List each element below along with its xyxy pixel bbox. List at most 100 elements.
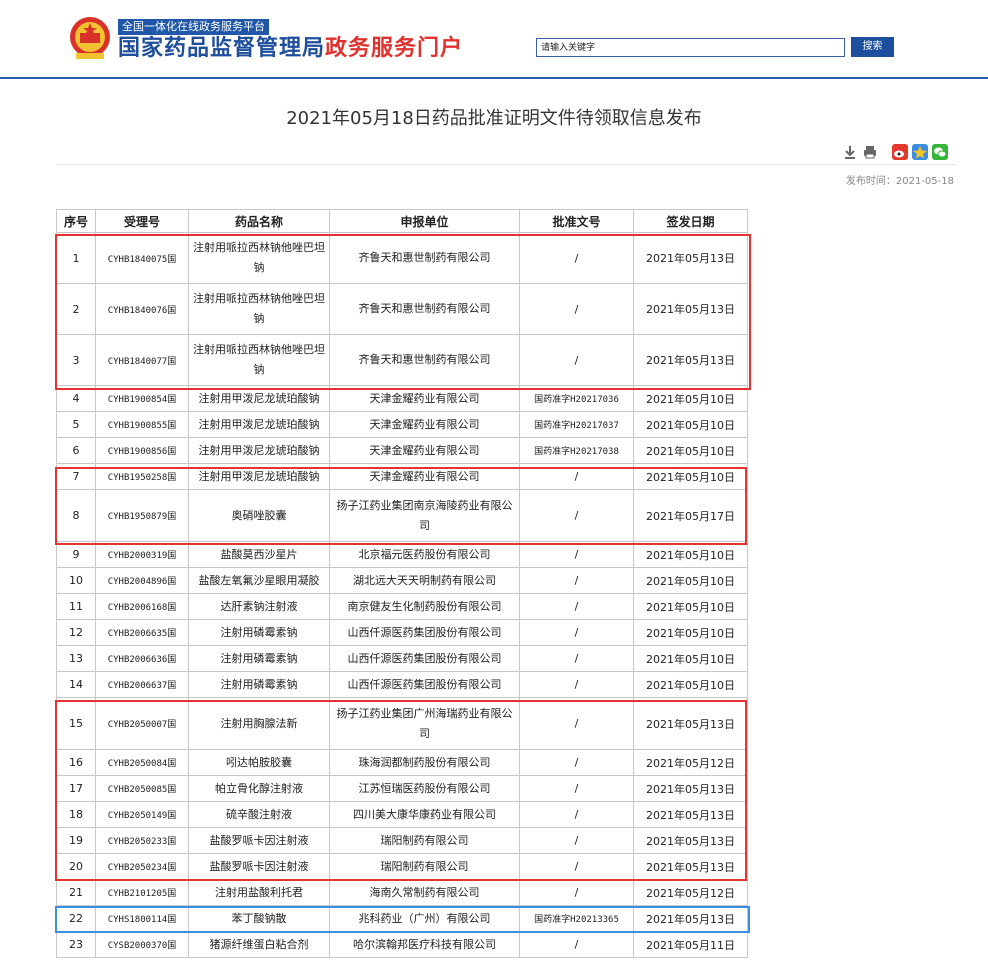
cell-no: 17 xyxy=(56,775,96,802)
cell-drug: 注射用磷霉素钠 xyxy=(188,619,330,646)
cell-no: 9 xyxy=(56,541,96,568)
table-row: 6 CYHB1900856国 注射用甲泼尼龙琥珀酸钠 天津金耀药业有限公司 国药准字H2… xyxy=(56,437,748,464)
cell-drug: 注射用甲泼尼龙琥珀酸钠 xyxy=(188,385,330,412)
cell-date: 2021年05月13日 xyxy=(633,905,748,932)
portal-title-accent: 政务服务门户 xyxy=(325,36,464,61)
cell-company: 海南久常制药有限公司 xyxy=(329,879,520,906)
cell-approval: / xyxy=(519,232,634,284)
search-button[interactable]: 搜索 xyxy=(851,37,894,57)
portal-title[interactable]: 国家药品监督管理局政务服务门户 xyxy=(118,36,463,62)
cell-no: 8 xyxy=(56,489,96,542)
cell-drug: 猪源纤维蛋白粘合剂 xyxy=(188,931,330,958)
cell-company: 珠海润都制药股份有限公司 xyxy=(329,749,520,776)
cell-company: 山西仟源医药集团股份有限公司 xyxy=(329,671,520,698)
table-row: 1 CYHB1840075国 注射用哌拉西林钠他唑巴坦钠 齐鲁天和惠世制药有限公司/2… xyxy=(56,232,748,284)
table-row: 10 CYHB2004896国 盐酸左氧氟沙星眼用凝胶 湖北远大天天明制药有限公司/2… xyxy=(56,567,748,594)
print-icon[interactable] xyxy=(862,144,878,160)
cell-code: CYHB1900856国 xyxy=(95,437,189,464)
cell-approval: / xyxy=(519,775,634,802)
cell-date: 2021年05月13日 xyxy=(633,801,748,828)
header-date: 签发日期 xyxy=(633,209,748,233)
cell-date: 2021年05月10日 xyxy=(633,645,748,672)
download-icon[interactable] xyxy=(842,144,858,160)
cell-date: 2021年05月13日 xyxy=(633,775,748,802)
title-divider xyxy=(56,164,956,165)
cell-drug: 盐酸莫西沙星片 xyxy=(188,541,330,568)
article-toolbar xyxy=(842,143,948,161)
cell-company: 江苏恒瑞医药股份有限公司 xyxy=(329,775,520,802)
wechat-icon[interactable] xyxy=(932,144,948,160)
cell-drug: 硫辛酸注射液 xyxy=(188,801,330,828)
cell-date: 2021年05月10日 xyxy=(633,541,748,568)
table-row: 14 CYHB2006637国 注射用磷霉素钠 山西仟源医药集团股份有限公司/2021… xyxy=(56,671,748,698)
header-code: 受理号 xyxy=(95,209,189,233)
platform-banner[interactable]: 全国一体化在线政务服务平台 xyxy=(118,19,269,35)
cell-date: 2021年05月10日 xyxy=(633,619,748,646)
cell-approval: 国药准字H20213365 xyxy=(519,905,634,932)
cell-company: 扬子江药业集团广州海瑞药业有限公司 xyxy=(329,697,520,750)
table-row: 16 CYHB2050084国 吲达帕胺胶囊 珠海润都制药股份有限公司/2021年05… xyxy=(56,749,748,776)
table-row: 3 CYHB1840077国 注射用哌拉西林钠他唑巴坦钠 齐鲁天和惠世制药有限公司/2… xyxy=(56,334,748,386)
cell-drug: 注射用哌拉西林钠他唑巴坦钠 xyxy=(188,334,330,386)
table-row: 8 CYHB1950879国 奥硝唑胶囊 扬子江药业集团南京海陵药业有限公司/2021… xyxy=(56,489,748,542)
cell-company: 北京福元医药股份有限公司 xyxy=(329,541,520,568)
cell-approval: / xyxy=(519,879,634,906)
cell-date: 2021年05月10日 xyxy=(633,437,748,464)
cell-drug: 注射用甲泼尼龙琥珀酸钠 xyxy=(188,411,330,438)
cell-drug: 吲达帕胺胶囊 xyxy=(188,749,330,776)
cell-no: 6 xyxy=(56,437,96,464)
cell-approval: / xyxy=(519,671,634,698)
cell-code: CYHB2006637国 xyxy=(95,671,189,698)
article-title: 2021年05月18日药品批准证明文件待领取信息发布 xyxy=(286,108,702,129)
cell-approval: / xyxy=(519,489,634,542)
cell-company: 齐鲁天和惠世制药有限公司 xyxy=(329,232,520,284)
national-emblem-icon xyxy=(70,17,110,59)
cell-company: 扬子江药业集团南京海陵药业有限公司 xyxy=(329,489,520,542)
cell-company: 四川美大康华康药业有限公司 xyxy=(329,801,520,828)
cell-company: 天津金耀药业有限公司 xyxy=(329,463,520,490)
cell-no: 14 xyxy=(56,671,96,698)
cell-code: CYHS1800114国 xyxy=(95,905,189,932)
approval-table: 序号 受理号 药品名称 申报单位 批准文号 签发日期 1 CYHB1840075国… xyxy=(56,209,748,958)
cell-approval: / xyxy=(519,853,634,880)
cell-date: 2021年05月13日 xyxy=(633,283,748,335)
cell-approval: 国药准字H20217038 xyxy=(519,437,634,464)
table-row: 13 CYHB2006636国 注射用磷霉素钠 山西仟源医药集团股份有限公司/2021… xyxy=(56,645,748,672)
cell-company: 天津金耀药业有限公司 xyxy=(329,411,520,438)
cell-no: 18 xyxy=(56,801,96,828)
table-row: 4 CYHB1900854国 注射用甲泼尼龙琥珀酸钠 天津金耀药业有限公司 国药准字H2… xyxy=(56,385,748,412)
cell-no: 4 xyxy=(56,385,96,412)
cell-no: 16 xyxy=(56,749,96,776)
table-row: 12 CYHB2006635国 注射用磷霉素钠 山西仟源医药集团股份有限公司/2021… xyxy=(56,619,748,646)
search-input[interactable]: 请输入关键字 xyxy=(536,38,845,57)
qzone-icon[interactable] xyxy=(912,144,928,160)
cell-date: 2021年05月13日 xyxy=(633,232,748,284)
cell-code: CYSB2000370国 xyxy=(95,931,189,958)
cell-no: 11 xyxy=(56,593,96,620)
cell-code: CYHB1950879国 xyxy=(95,489,189,542)
cell-code: CYHB2000319国 xyxy=(95,541,189,568)
header-no: 序号 xyxy=(56,209,96,233)
cell-no: 3 xyxy=(56,334,96,386)
cell-drug: 盐酸罗哌卡因注射液 xyxy=(188,853,330,880)
cell-company: 兆科药业（广州）有限公司 xyxy=(329,905,520,932)
cell-drug: 苯丁酸钠散 xyxy=(188,905,330,932)
cell-company: 天津金耀药业有限公司 xyxy=(329,385,520,412)
cell-drug: 注射用甲泼尼龙琥珀酸钠 xyxy=(188,463,330,490)
cell-drug: 奥硝唑胶囊 xyxy=(188,489,330,542)
table-row: 11 CYHB2006168国 达肝素钠注射液 南京健友生化制药股份有限公司/2021… xyxy=(56,593,748,620)
cell-approval: / xyxy=(519,541,634,568)
cell-no: 23 xyxy=(56,931,96,958)
cell-date: 2021年05月13日 xyxy=(633,827,748,854)
cell-drug: 注射用哌拉西林钠他唑巴坦钠 xyxy=(188,232,330,284)
cell-code: CYHB1900855国 xyxy=(95,411,189,438)
cell-approval: / xyxy=(519,593,634,620)
table-row: 15 CYHB2050007国 注射用胸腺法新 扬子江药业集团广州海瑞药业有限公司/2… xyxy=(56,697,748,750)
cell-drug: 达肝素钠注射液 xyxy=(188,593,330,620)
portal-title-main: 国家药品监督管理局 xyxy=(118,36,326,61)
cell-approval: / xyxy=(519,283,634,335)
weibo-icon[interactable] xyxy=(892,144,908,160)
cell-approval: / xyxy=(519,334,634,386)
table-row: 19 CYHB2050233国 盐酸罗哌卡因注射液 瑞阳制药有限公司/2021年05月… xyxy=(56,827,748,854)
table-row: 5 CYHB1900855国 注射用甲泼尼龙琥珀酸钠 天津金耀药业有限公司 国药准字H2… xyxy=(56,411,748,438)
